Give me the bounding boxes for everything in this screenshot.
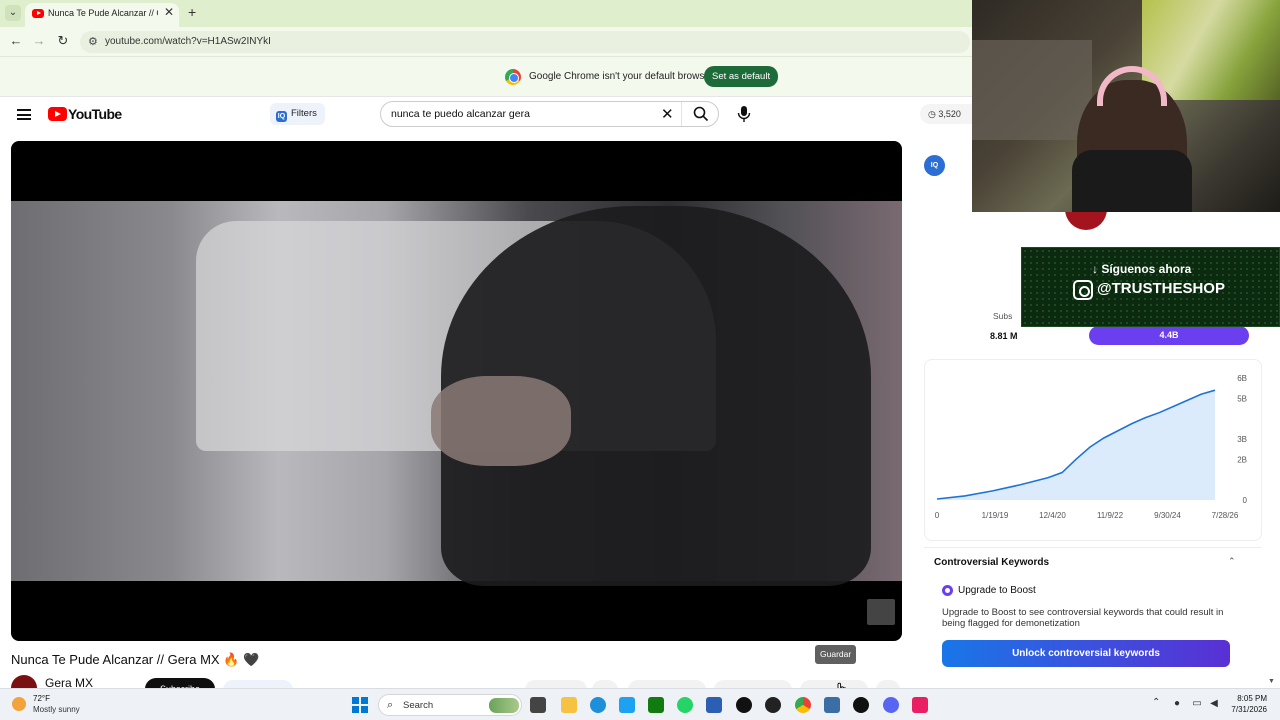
- tab-close-icon[interactable]: ✕: [164, 5, 174, 19]
- weather-temperature[interactable]: 72°F: [33, 694, 50, 703]
- instagram-promo-banner: ↓ Síguenos ahora @TRUSTHESHOP: [1021, 247, 1280, 327]
- filters-button[interactable]: IQ Filters: [270, 103, 325, 125]
- tray-overflow-icon[interactable]: ⌃: [1152, 697, 1160, 708]
- boost-icon: [942, 585, 953, 596]
- youtube-favicon-icon: [32, 9, 44, 18]
- save-tooltip: Guardar: [815, 645, 857, 664]
- count-badge-value: 3,520: [938, 109, 961, 119]
- iq-extension-icon[interactable]: IQ: [924, 155, 945, 176]
- obs-icon[interactable]: [765, 697, 781, 713]
- clear-search-icon[interactable]: ✕: [661, 105, 674, 123]
- url-text: youtube.com/watch?v=H1ASw2INYkI: [105, 36, 271, 47]
- y-tick-label: 0: [1243, 496, 1248, 505]
- boost-title: Upgrade to Boost: [958, 585, 1036, 596]
- youtube-logo-icon[interactable]: [48, 107, 67, 121]
- views-value-pill: 4.4B: [1089, 326, 1249, 345]
- volume-icon[interactable]: ◀: [1208, 698, 1220, 710]
- video-player[interactable]: [11, 141, 902, 641]
- forward-button[interactable]: →: [31, 33, 47, 48]
- microphone-tray-icon[interactable]: ●: [1171, 698, 1183, 710]
- search-input[interactable]: nunca te puedo alcanzar gera ✕: [380, 101, 719, 127]
- xbox-app-icon[interactable]: [853, 697, 869, 713]
- microphone-icon[interactable]: [736, 105, 752, 123]
- filters-label: Filters: [291, 108, 317, 119]
- boost-description: Upgrade to Boost to see controversial ke…: [942, 607, 1224, 629]
- taskbar-search-input[interactable]: ⌕ Search: [378, 694, 522, 716]
- clock-date[interactable]: 7/31/2026: [1223, 705, 1267, 714]
- x-tick-label: 12/4/20: [1039, 511, 1066, 520]
- xbox-icon[interactable]: [648, 697, 664, 713]
- webcam-overlay: [972, 0, 1280, 212]
- subs-value: 8.81 M: [990, 331, 1018, 341]
- site-info-icon[interactable]: ⚙: [88, 35, 98, 48]
- app-icon[interactable]: [824, 697, 840, 713]
- analytics-sidebar: IQ Subs 8.81 M 4.4B 0 2B 3B 5B 6B 0 1/19/19 12/…: [918, 137, 1280, 697]
- controversial-keywords-card: Controversial Keywords ⌃ Upgrade to Boos…: [924, 547, 1262, 697]
- tiktok-icon[interactable]: [736, 697, 752, 713]
- instagram-icon: [1073, 280, 1093, 300]
- x-tick-label: 11/9/22: [1097, 511, 1124, 520]
- keywords-title[interactable]: Controversial Keywords: [934, 557, 1049, 568]
- y-tick-label: 6B: [1237, 374, 1247, 383]
- whatsapp-icon[interactable]: [677, 697, 693, 713]
- weather-description[interactable]: Mostly sunny: [33, 705, 80, 714]
- taskbar-search-placeholder: Search: [403, 700, 434, 711]
- views-chart: 0 2B 3B 5B 6B 0 1/19/19 12/4/20 11/9/22 9/30/24 7/…: [935, 374, 1248, 520]
- filters-icon: IQ: [276, 111, 287, 122]
- video-frame: [11, 201, 902, 586]
- video-scene-hand: [431, 376, 571, 466]
- video-watermark-icon: [867, 599, 895, 625]
- video-title: Nunca Te Pude Alcanzar // Gera MX 🔥 🖤: [11, 652, 260, 667]
- reload-button[interactable]: ↻: [55, 33, 71, 49]
- infobar-message: Google Chrome isn't your default browser: [529, 71, 714, 82]
- set-as-default-button[interactable]: Set as default: [704, 66, 779, 87]
- x-tick-label: 7/28/26: [1212, 511, 1239, 520]
- twitter-icon[interactable]: [619, 697, 635, 713]
- subs-label: Subs: [993, 311, 1013, 321]
- scroll-down-icon[interactable]: ▼: [1268, 678, 1275, 685]
- weather-sun-icon[interactable]: [12, 697, 26, 711]
- views-chart-card: 0 2B 3B 5B 6B 0 1/19/19 12/4/20 11/9/22 9/30/24 7/…: [924, 359, 1262, 541]
- x-tick-label: 0: [935, 511, 940, 520]
- tab-title: Nunca Te Pude Alcanzar // Gera MX: [48, 8, 158, 18]
- store-icon[interactable]: [706, 697, 722, 713]
- y-tick-label: 5B: [1237, 394, 1247, 403]
- x-tick-label: 9/30/24: [1154, 511, 1181, 520]
- webcam-shirt: [1072, 150, 1192, 212]
- search-divider: [681, 102, 682, 126]
- youtube-header: YouTube IQ Filters nunca te puedo alcanza…: [0, 97, 972, 137]
- chrome-logo-icon: [505, 69, 521, 85]
- collapse-chevron-icon[interactable]: ⌃: [1228, 556, 1236, 567]
- unlock-keywords-button[interactable]: Unlock controversial keywords: [942, 640, 1230, 667]
- y-tick-label: 2B: [1237, 455, 1247, 464]
- clock-time[interactable]: 8:05 PM: [1223, 694, 1267, 703]
- chrome-icon[interactable]: [795, 697, 811, 713]
- search-query-text: nunca te puedo alcanzar gera: [391, 108, 530, 120]
- tab-search-button[interactable]: ⌄: [5, 5, 21, 21]
- tiktok-live-icon[interactable]: [912, 697, 928, 713]
- back-button[interactable]: ←: [8, 33, 24, 48]
- discord-icon[interactable]: [883, 697, 899, 713]
- search-icon: ⌕: [387, 699, 394, 711]
- windows-start-icon[interactable]: [352, 697, 368, 713]
- y-tick-label: 3B: [1237, 435, 1247, 444]
- browser-tab[interactable]: Nunca Te Pude Alcanzar // Gera MX ✕: [25, 3, 179, 27]
- x-tick-label: 1/19/19: [982, 511, 1009, 520]
- new-tab-button[interactable]: +: [188, 4, 196, 20]
- file-explorer-icon[interactable]: [561, 697, 577, 713]
- youtube-logo-text[interactable]: YouTube: [68, 106, 122, 122]
- network-icon[interactable]: ▭: [1191, 698, 1203, 710]
- address-bar[interactable]: ⚙ youtube.com/watch?v=H1ASw2INYkI: [80, 31, 970, 53]
- search-icon[interactable]: [693, 106, 709, 122]
- edge-icon[interactable]: [590, 697, 606, 713]
- search-highlight-icon: [489, 698, 519, 713]
- webcam-shelf: [972, 40, 1092, 140]
- promo-handle: @TRUSTHESHOP: [1097, 280, 1225, 297]
- count-badge[interactable]: ◷ 3,520: [920, 104, 972, 124]
- windows-taskbar: 72°F Mostly sunny ⌕ Search ⌃ ● ▭ ◀ 8:05 …: [0, 688, 1280, 720]
- promo-follow-text: ↓ Síguenos ahora: [1092, 262, 1192, 276]
- menu-icon[interactable]: [17, 109, 31, 120]
- task-view-icon[interactable]: [530, 697, 546, 713]
